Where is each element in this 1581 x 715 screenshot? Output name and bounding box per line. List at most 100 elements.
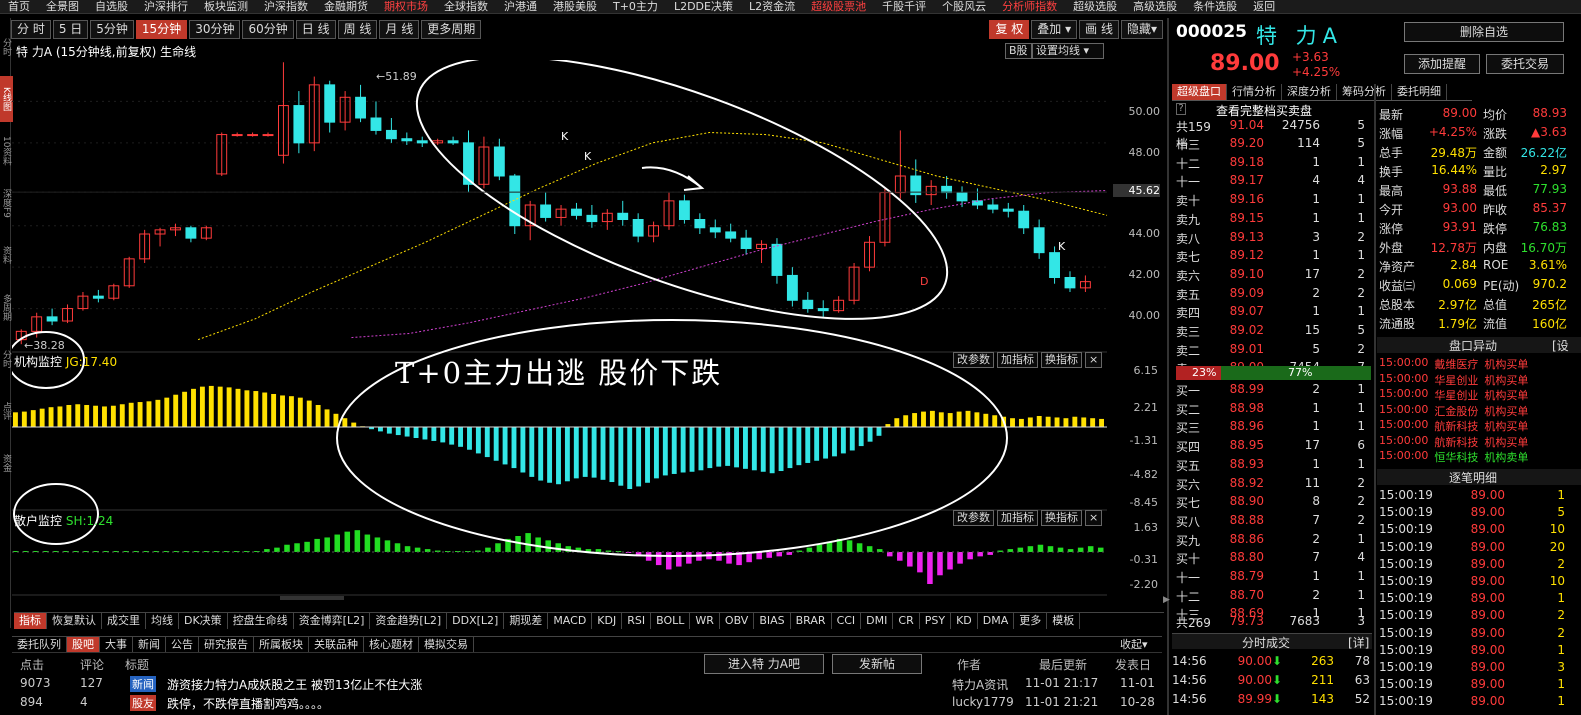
menu-item[interactable]: 返回 [1245,0,1283,13]
period-button[interactable]: 15分钟 [135,19,188,39]
quote-tab[interactable]: 行情分析 [1227,84,1282,100]
menu-item[interactable]: 条件选股 [1185,0,1245,13]
add-indicator-button[interactable]: 加指标 [997,352,1038,368]
bid-level-row[interactable]: 买五 88.93 1 1 [1176,457,1371,475]
indicator-tab[interactable]: 指标 [14,613,47,629]
period-button[interactable]: 5 日 [52,19,89,39]
ask-level-row[interactable]: 卖四 89.07 1 1 [1176,304,1371,322]
indicator-tab[interactable]: WR [690,613,720,629]
b-share-button[interactable]: B股 [1005,43,1032,59]
menu-item[interactable]: 期权市场 [376,0,436,13]
indicator-tab[interactable]: 模板 [1047,613,1081,629]
news-tab[interactable]: 研究报告 [199,637,254,652]
news-tab[interactable]: 股吧 [67,637,100,652]
bid-level-row[interactable]: 买八 88.88 7 2 [1176,513,1371,531]
edit-params-button[interactable]: 改参数 [953,510,994,526]
news-row[interactable]: 9073 127 新闻 游资接力特力A成妖股之王 被罚13亿止不住大涨 特力A资讯 11-… [12,676,1162,692]
set-ma-button[interactable]: 设置均线 ▾ [1032,43,1104,59]
new-post-button[interactable]: 发新帖 [832,654,922,674]
menu-item[interactable]: 高级选股 [1125,0,1185,13]
menu-item[interactable]: 沪深指数 [256,0,316,13]
period-button[interactable]: 60分钟 [242,19,294,39]
switch-indicator-button[interactable]: 换指标 [1041,352,1082,368]
ask-level-row[interactable]: 卖五 89.09 2 2 [1176,286,1371,304]
bid-level-row[interactable]: 买三 88.96 1 1 [1176,419,1371,437]
menu-item[interactable]: L2DDE决策 [666,0,741,13]
news-tab[interactable]: 核心题材 [364,637,419,652]
period-button[interactable]: 5分钟 [90,19,134,39]
timesales-detail-link[interactable]: [详] [1348,634,1369,651]
alert-row[interactable]: 15:00:00 汇金股份 机构买单 [1379,403,1569,419]
collapse-button[interactable]: 收起▾ [1120,636,1148,652]
panel-divider[interactable] [1167,18,1169,715]
ask-level-row[interactable]: 卖十 89.16 1 1 [1176,192,1371,210]
period-button[interactable]: 更多周期 [421,19,482,39]
alert-row[interactable]: 15:00:00 恒华科技 机构卖单 [1379,449,1569,465]
bid-level-row[interactable]: 买一 88.99 2 1 [1176,382,1371,400]
quote-tab[interactable]: 筹码分析 [1337,84,1392,100]
menu-item[interactable]: 个股风云 [934,0,994,13]
indicator-tab[interactable]: DK决策 [179,613,228,629]
indicator-tab[interactable]: DDX[L2] [447,613,505,629]
news-tab[interactable]: 委托队列 [12,637,67,652]
menu-item[interactable]: 千股千评 [874,0,934,13]
bid-level-row[interactable]: 买十 88.80 7 4 [1176,550,1371,568]
indicator-tab[interactable]: RSI [622,613,652,629]
indicator-tab[interactable]: 恢复默认 [47,613,102,629]
menu-item[interactable]: 自选股 [87,0,136,13]
bid-level-row[interactable]: 买四 88.95 17 6 [1176,438,1371,456]
ask-level-row[interactable]: 卖九 89.15 1 1 [1176,211,1371,229]
indicator-tab[interactable]: PSY [920,613,952,629]
news-title[interactable]: 跌停，不跌停直播割鸡鸡。。。。 [167,695,329,712]
indicator-tab[interactable]: MACD [548,613,593,629]
indicator-tab[interactable]: OBV [720,613,755,629]
bid-level-row[interactable]: 买六 88.92 11 2 [1176,476,1371,494]
add-alert-button[interactable]: 添加提醒 [1404,54,1480,74]
ask-level-row[interactable]: 卖二 89.01 5 2 [1176,342,1371,360]
full-book-link[interactable]: 查看完整档买卖盘 [1216,102,1312,119]
ask-level-row[interactable]: 卖六 89.10 17 2 [1176,267,1371,285]
indicator-tab[interactable]: 期现差 [504,613,549,629]
place-order-button[interactable]: 委托交易 [1486,54,1564,74]
quote-tab[interactable]: 委托明细 [1392,84,1447,100]
indicator-tab[interactable]: 更多 [1014,613,1048,629]
indicator-tab[interactable]: CCI [832,613,862,629]
indicator-tab[interactable]: DMI [861,613,894,629]
quote-tab[interactable]: 深度分析 [1282,84,1337,100]
menu-item[interactable]: 沪深排行 [136,0,196,13]
news-tab[interactable]: 模拟交易 [419,637,474,652]
overlay-button[interactable]: 叠加 ▾ [1031,19,1078,39]
ask-level-row[interactable]: 卖三 89.02 15 5 [1176,323,1371,341]
menu-item[interactable]: 沪港通 [496,0,545,13]
period-button[interactable]: 月 线 [379,19,420,39]
quote-tab[interactable]: 超级盘口 [1172,84,1227,100]
indicator-tab[interactable]: 均线 [146,613,179,629]
menu-item[interactable]: 超级股票池 [803,0,874,13]
indicator-tab[interactable]: CR [893,613,920,629]
news-tab[interactable]: 公告 [166,637,199,652]
news-tab[interactable]: 大事 [100,637,133,652]
news-tab[interactable]: 新闻 [133,637,166,652]
edit-params-button[interactable]: 改参数 [953,352,994,368]
indicator-tab[interactable]: DMA [978,613,1015,629]
menu-item[interactable]: T+0主力 [605,0,666,13]
alert-row[interactable]: 15:00:00 戴维医疗 机构买单 [1379,356,1569,372]
news-row[interactable]: 894 4 股友 跌停，不跌停直播割鸡鸡。。。。 lucky1779 11-01 21:2… [12,695,1162,711]
menu-item[interactable]: 港股美股 [545,0,605,13]
hide-button[interactable]: 隐藏▾ [1120,19,1163,39]
draw-line-button[interactable]: 画 线 [1079,19,1119,39]
menu-item[interactable]: 全景图 [38,0,87,13]
close-icon[interactable]: × [1085,352,1103,368]
menu-item[interactable]: 首页 [0,0,38,13]
indicator-tab[interactable]: 成交里 [102,613,146,629]
news-title[interactable]: 游资接力特力A成妖股之王 被罚13亿止不住大涨 [167,676,422,693]
indicator-tab[interactable]: BIAS [754,613,791,629]
bid-level-row[interactable]: 买二 88.98 1 1 [1176,401,1371,419]
indicator-tab[interactable]: 资金趋势[L2] [370,613,448,629]
add-indicator-button[interactable]: 加指标 [997,510,1038,526]
indicator-tab[interactable]: BOLL [651,613,691,629]
menu-item[interactable]: 全球指数 [436,0,496,13]
indicator-tab[interactable]: BRAR [791,613,832,629]
menu-item[interactable]: L2资金流 [741,0,803,13]
bid-level-row[interactable]: 十一 88.79 1 1 [1176,569,1371,587]
